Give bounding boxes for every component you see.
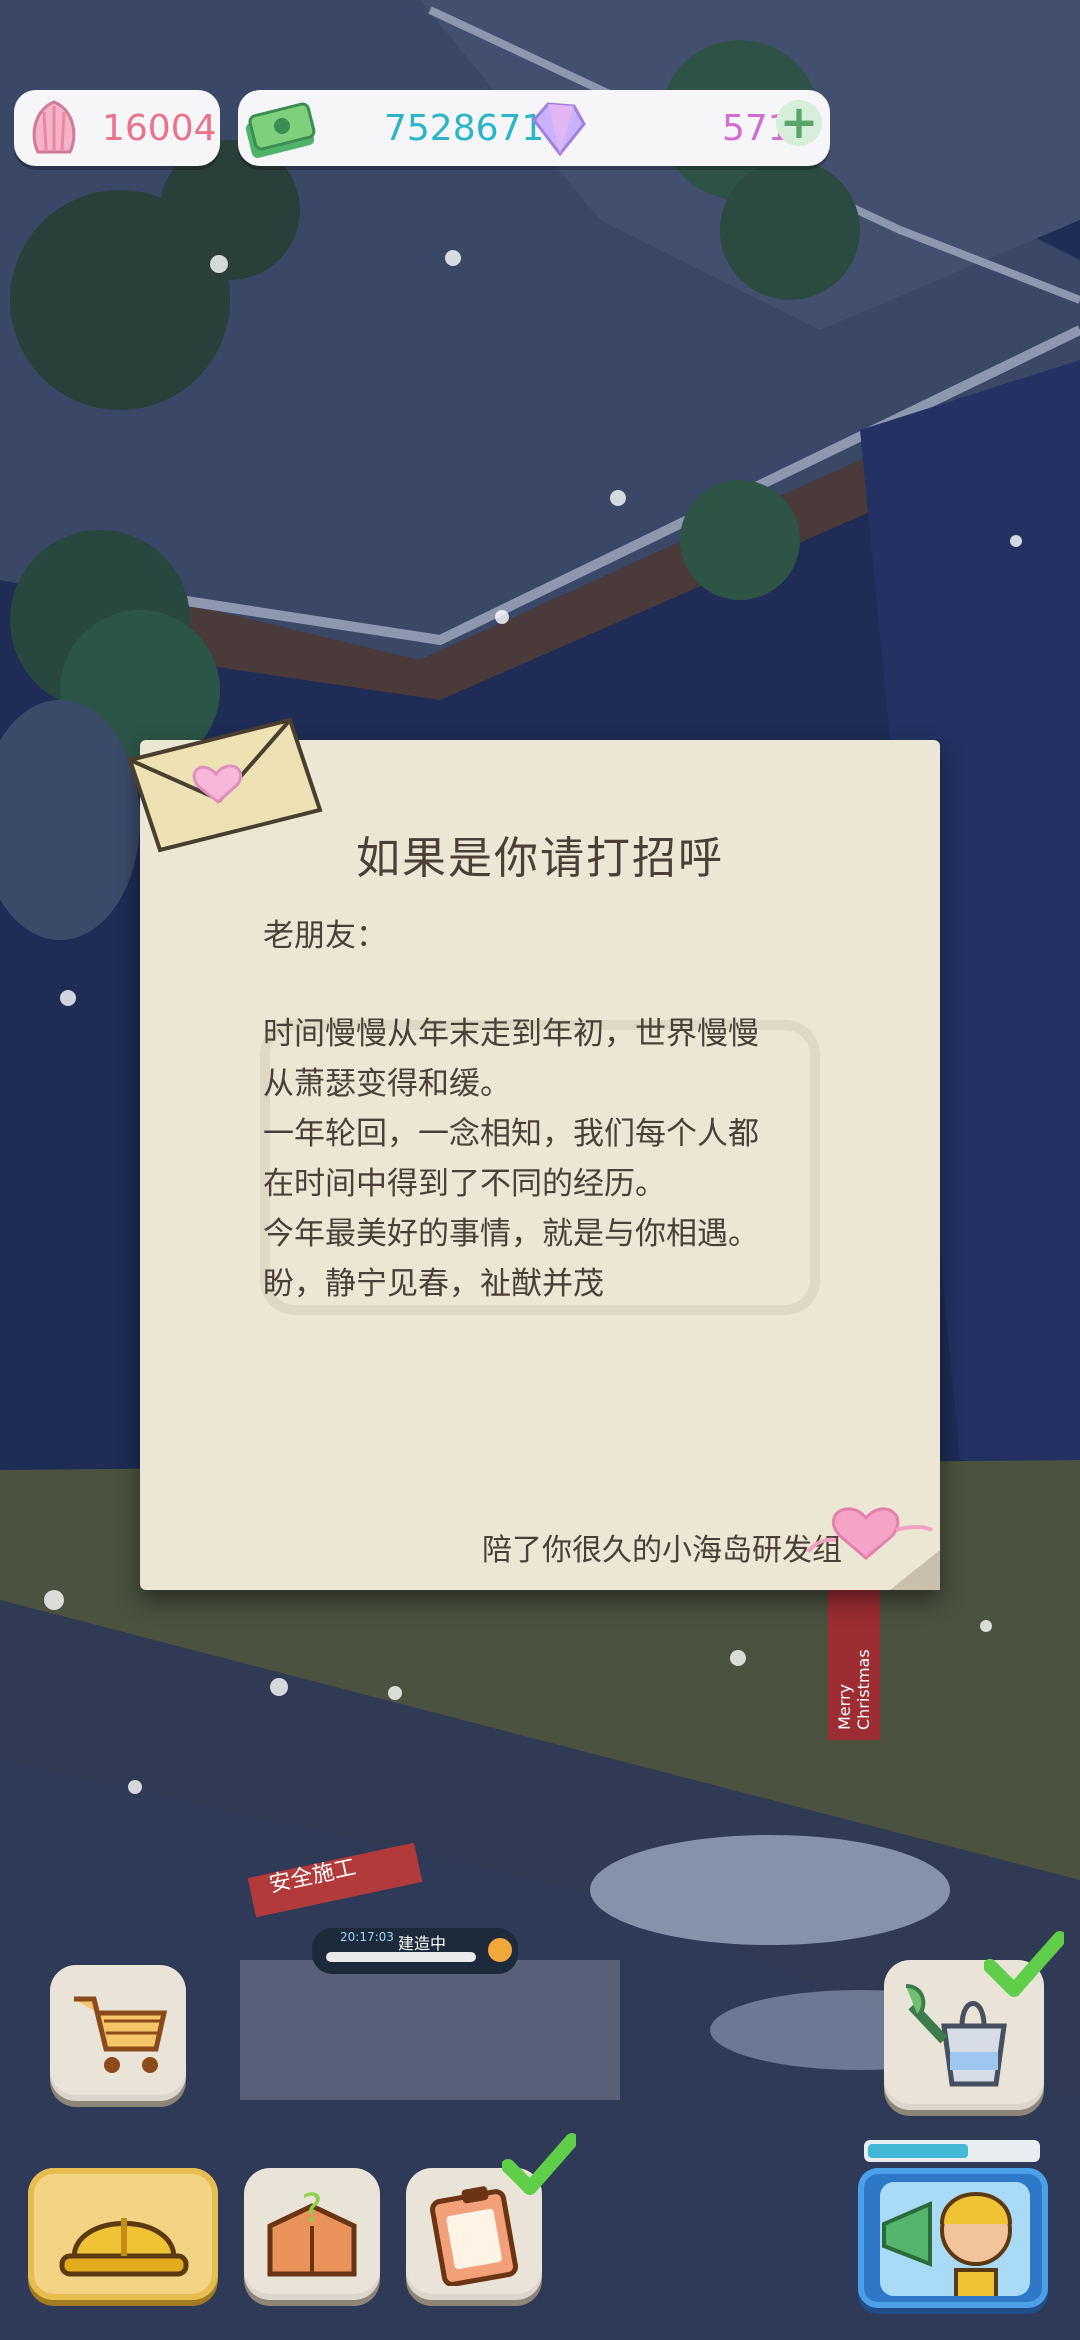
shop-button[interactable] bbox=[50, 1965, 186, 2101]
cash-value: 7528671 bbox=[384, 107, 545, 149]
build-progress-bar[interactable]: 建造中 20:17:03 bbox=[312, 1928, 518, 1974]
svg-text:?: ? bbox=[301, 2186, 322, 2232]
cash-icon bbox=[244, 96, 316, 158]
shells-counter[interactable]: 16004 bbox=[14, 90, 220, 166]
letter-line: 今年最美好的事情，就是与你相遇。 bbox=[263, 1216, 759, 1252]
mystery-box-button[interactable]: ? bbox=[244, 2168, 380, 2300]
progress-time: 20:17:03 bbox=[340, 1930, 394, 1944]
watering-button[interactable] bbox=[884, 1931, 1067, 2110]
energy-bar bbox=[864, 2140, 1040, 2162]
checkmark-icon bbox=[983, 1930, 1067, 2000]
mystery-box-icon: ? bbox=[260, 2182, 364, 2286]
letter-dialog: 如果是你请打招呼 老朋友： 时间慢慢从年末走到年初，世界慢慢 从萧瑟变得和缓。 … bbox=[127, 717, 940, 1590]
shells-value: 16004 bbox=[102, 107, 217, 149]
add-gems-button[interactable]: + bbox=[776, 99, 822, 146]
currency-bar: 7528671 571 + bbox=[238, 90, 830, 166]
letter-line: 从萧瑟变得和缓。 bbox=[263, 1066, 511, 1102]
gem-icon bbox=[524, 98, 588, 158]
letter-signature: 陪了你很久的小海岛研发组 bbox=[482, 1533, 842, 1568]
speedup-icon[interactable] bbox=[488, 1938, 512, 1962]
letter-line: 时间慢慢从年末走到年初，世界慢慢 bbox=[263, 1016, 759, 1052]
letter-line: 一年轮回，一念相知，我们每个人都 bbox=[263, 1116, 759, 1152]
character-megaphone-icon bbox=[872, 2174, 1038, 2304]
build-button[interactable] bbox=[28, 2168, 218, 2300]
letter-line: 在时间中得到了不同的经历。 bbox=[263, 1166, 666, 1202]
shell-icon bbox=[24, 96, 84, 158]
tasks-button[interactable] bbox=[406, 2133, 579, 2300]
hard-hat-icon bbox=[58, 2182, 190, 2288]
letter-greeting: 老朋友： bbox=[263, 918, 387, 954]
checkmark-icon bbox=[501, 2132, 579, 2196]
winged-heart-icon bbox=[806, 1500, 936, 1570]
character-button[interactable] bbox=[858, 2168, 1048, 2308]
christmas-banner: Merry Christmas bbox=[835, 1649, 873, 1730]
progress-label: 建造中 bbox=[398, 1934, 447, 1953]
letter-title: 如果是你请打招呼 bbox=[356, 833, 724, 884]
clipboard-icon bbox=[424, 2182, 524, 2287]
shopping-cart-icon bbox=[64, 1983, 174, 2083]
letter-line: 盼，静宁见春，祉猷并茂 bbox=[263, 1266, 604, 1302]
